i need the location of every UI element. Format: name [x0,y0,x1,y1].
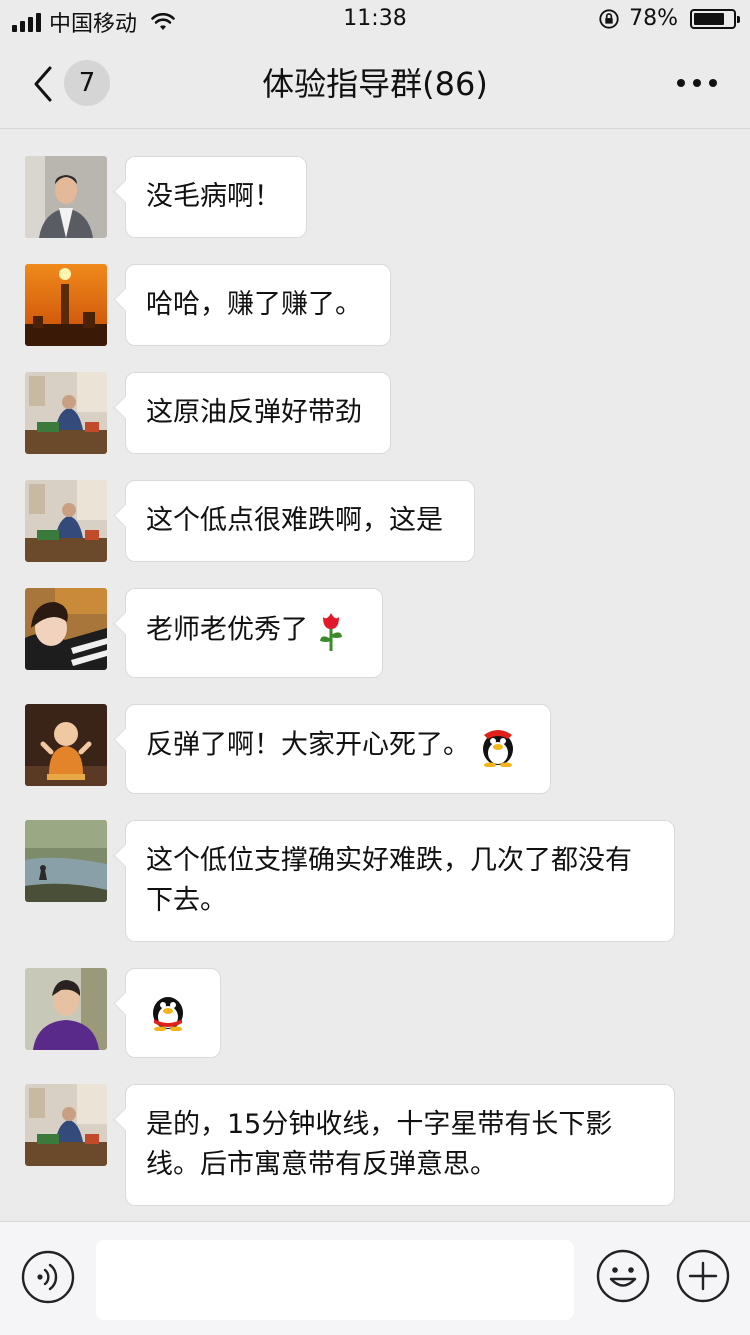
avatar[interactable] [25,264,107,346]
message-bubble[interactable]: 这原油反弹好带劲 [125,372,391,454]
avatar[interactable] [25,372,107,454]
more-dots-icon[interactable] [674,70,720,96]
message-text: 老师老优秀了 [146,614,308,646]
message-text: 这原油反弹好带劲 [146,397,362,428]
status-right: 78% [597,6,740,31]
message-text: 这个低位支撑确实好难跌，几次了都没有下去。 [146,845,632,916]
message-bubble[interactable]: 这个低位支撑确实好难跌，几次了都没有下去。 [125,820,675,942]
input-bar [0,1221,750,1335]
message-bubble[interactable]: 这个低点很难跌啊，这是 [125,480,475,562]
message-text: 反弹了啊！大家开心死了。 [146,729,470,761]
rotation-lock-icon [599,8,619,29]
penguin-emoji-icon [483,730,513,767]
message-bubble[interactable]: 没毛病啊！ [125,156,307,238]
avatar[interactable] [25,156,107,238]
avatar[interactable] [25,968,107,1050]
rose-emoji-icon [320,613,342,651]
status-bar: 中国移动 11:38 78% [0,0,750,40]
avatar[interactable] [25,704,107,786]
message-bubble[interactable] [125,968,221,1058]
message-text: 哈哈，赚了赚了。 [146,289,362,320]
battery-icon [690,8,740,29]
avatar[interactable] [25,1084,107,1166]
chevron-left-icon[interactable] [30,62,62,106]
message-text: 是的，15分钟收线，十字星带有长下影线。后市寓意带有反弹意思。 [146,1109,613,1180]
voice-icon[interactable] [21,1250,75,1304]
message-text: 没毛病啊！ [146,181,281,212]
message-bubble[interactable]: 老师老优秀了 [125,588,383,678]
nav-bar: 体验指导群(86) 7 [0,40,750,129]
message-bubble[interactable]: 是的，15分钟收线，十字星带有长下影线。后市寓意带有反弹意思。 [125,1084,675,1206]
avatar[interactable] [25,480,107,562]
message-bubble[interactable]: 哈哈，赚了赚了。 [125,264,391,346]
avatar[interactable] [25,588,107,670]
smiley-icon[interactable] [595,1248,651,1304]
penguin-emoji-icon [153,997,183,1031]
message-text: 这个低点很难跌啊，这是 [146,505,443,536]
page-title: 体验指导群(86) [262,65,488,103]
message-list[interactable]: 没毛病啊！ 哈哈，赚了赚了。 这原油反弹好带劲 这个低点很难跌啊，这是 老师老优… [0,129,750,1221]
message-bubble[interactable]: 反弹了啊！大家开心死了。 [125,704,551,794]
battery-percent: 78% [629,6,678,31]
message-input[interactable] [96,1240,574,1320]
plus-icon[interactable] [675,1248,731,1304]
avatar[interactable] [25,820,107,902]
unread-count-badge[interactable]: 7 [64,60,110,106]
